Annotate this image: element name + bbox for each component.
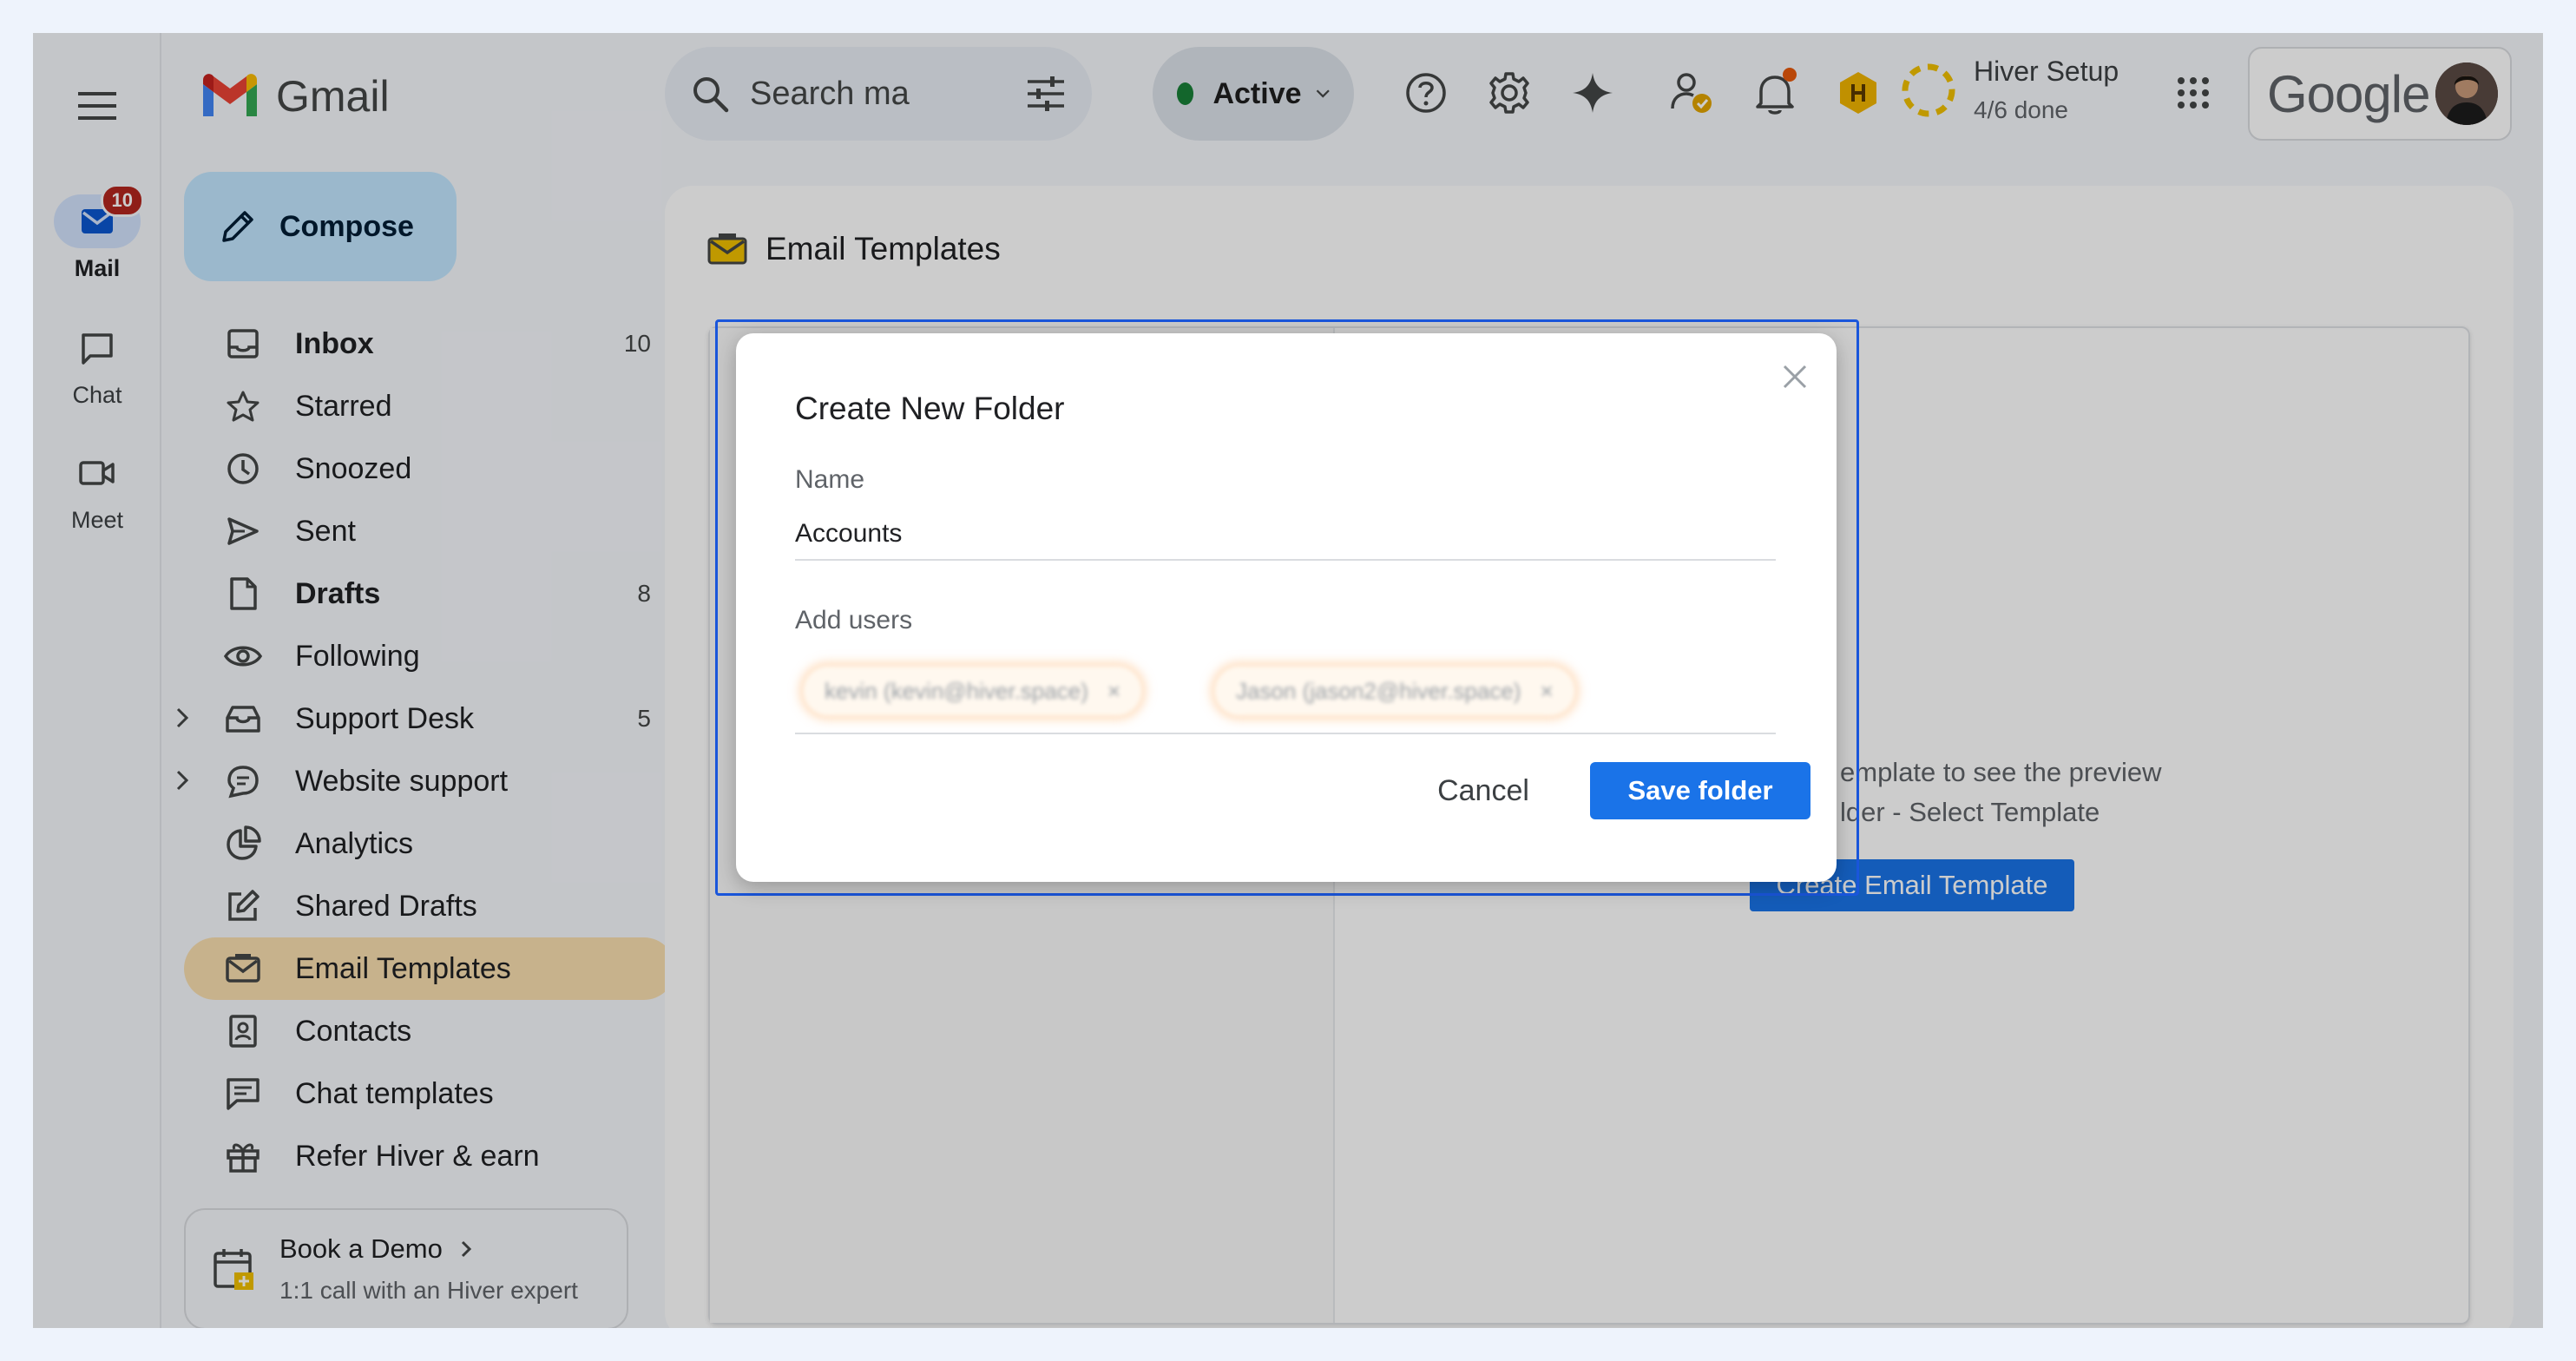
user-chip[interactable]: Jason (jason2@hiver.space) × — [1215, 667, 1574, 715]
user-chip-label: Jason (jason2@hiver.space) — [1236, 677, 1521, 704]
name-label: Name — [795, 465, 865, 494]
close-icon — [1783, 365, 1807, 389]
remove-chip-icon[interactable]: × — [1107, 678, 1120, 705]
add-users-field[interactable]: kevin (kevin@hiver.space) × Jason (jason… — [795, 661, 1776, 734]
user-chip[interactable]: kevin (kevin@hiver.space) × — [804, 667, 1142, 715]
user-chip-label: kevin (kevin@hiver.space) — [825, 677, 1088, 704]
dialog-title: Create New Folder — [795, 391, 1065, 426]
cancel-button[interactable]: Cancel — [1403, 762, 1564, 819]
close-button[interactable] — [1774, 356, 1816, 398]
gmail-window: 10 Mail Chat Meet Gmail Search ma Active… — [33, 33, 2543, 1328]
add-users-label: Add users — [795, 606, 913, 634]
create-folder-dialog: Create New Folder Name Add users kevin (… — [736, 333, 1837, 882]
remove-chip-icon[interactable]: × — [1540, 678, 1553, 705]
folder-name-field[interactable] — [795, 509, 1776, 561]
save-folder-button[interactable]: Save folder — [1590, 762, 1810, 819]
